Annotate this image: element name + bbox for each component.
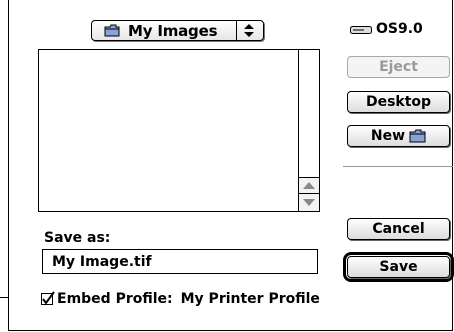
popup-divider [236, 21, 237, 40]
folder-icon [409, 129, 426, 143]
scroll-down-button[interactable] [299, 193, 319, 211]
up-arrow-icon [303, 182, 315, 189]
filename-field[interactable] [42, 249, 318, 274]
save-dialog: My Images OS9.0 Eject Desktop New Cancel… [8, 0, 454, 331]
eject-button[interactable]: Eject [347, 56, 450, 78]
checkmark-icon [42, 291, 55, 305]
embed-profile-row: Embed Profile: My Printer Profile [41, 290, 320, 308]
new-folder-label: New [370, 128, 406, 144]
save-as-label: Save as: [44, 230, 111, 246]
cancel-button[interactable]: Cancel [347, 218, 450, 240]
volume-label: OS9.0 [376, 21, 423, 37]
embed-profile-checkbox[interactable] [41, 291, 55, 305]
new-folder-button[interactable]: New [347, 125, 450, 147]
location-popup[interactable]: My Images [91, 20, 264, 41]
button-separator [343, 166, 453, 167]
folder-icon [104, 24, 120, 37]
disk-icon [350, 26, 372, 34]
save-button[interactable]: Save [347, 256, 450, 278]
profile-name: My Printer Profile [180, 291, 320, 307]
location-popup-label: My Images [128, 22, 218, 40]
desktop-button[interactable]: Desktop [347, 91, 450, 113]
file-list[interactable] [38, 49, 320, 212]
embed-profile-label: Embed Profile: [57, 291, 173, 307]
file-list-scrollbar[interactable] [298, 50, 319, 211]
down-arrow-icon [303, 199, 315, 206]
scroll-up-button[interactable] [299, 177, 319, 193]
updown-arrows-icon [244, 24, 254, 37]
